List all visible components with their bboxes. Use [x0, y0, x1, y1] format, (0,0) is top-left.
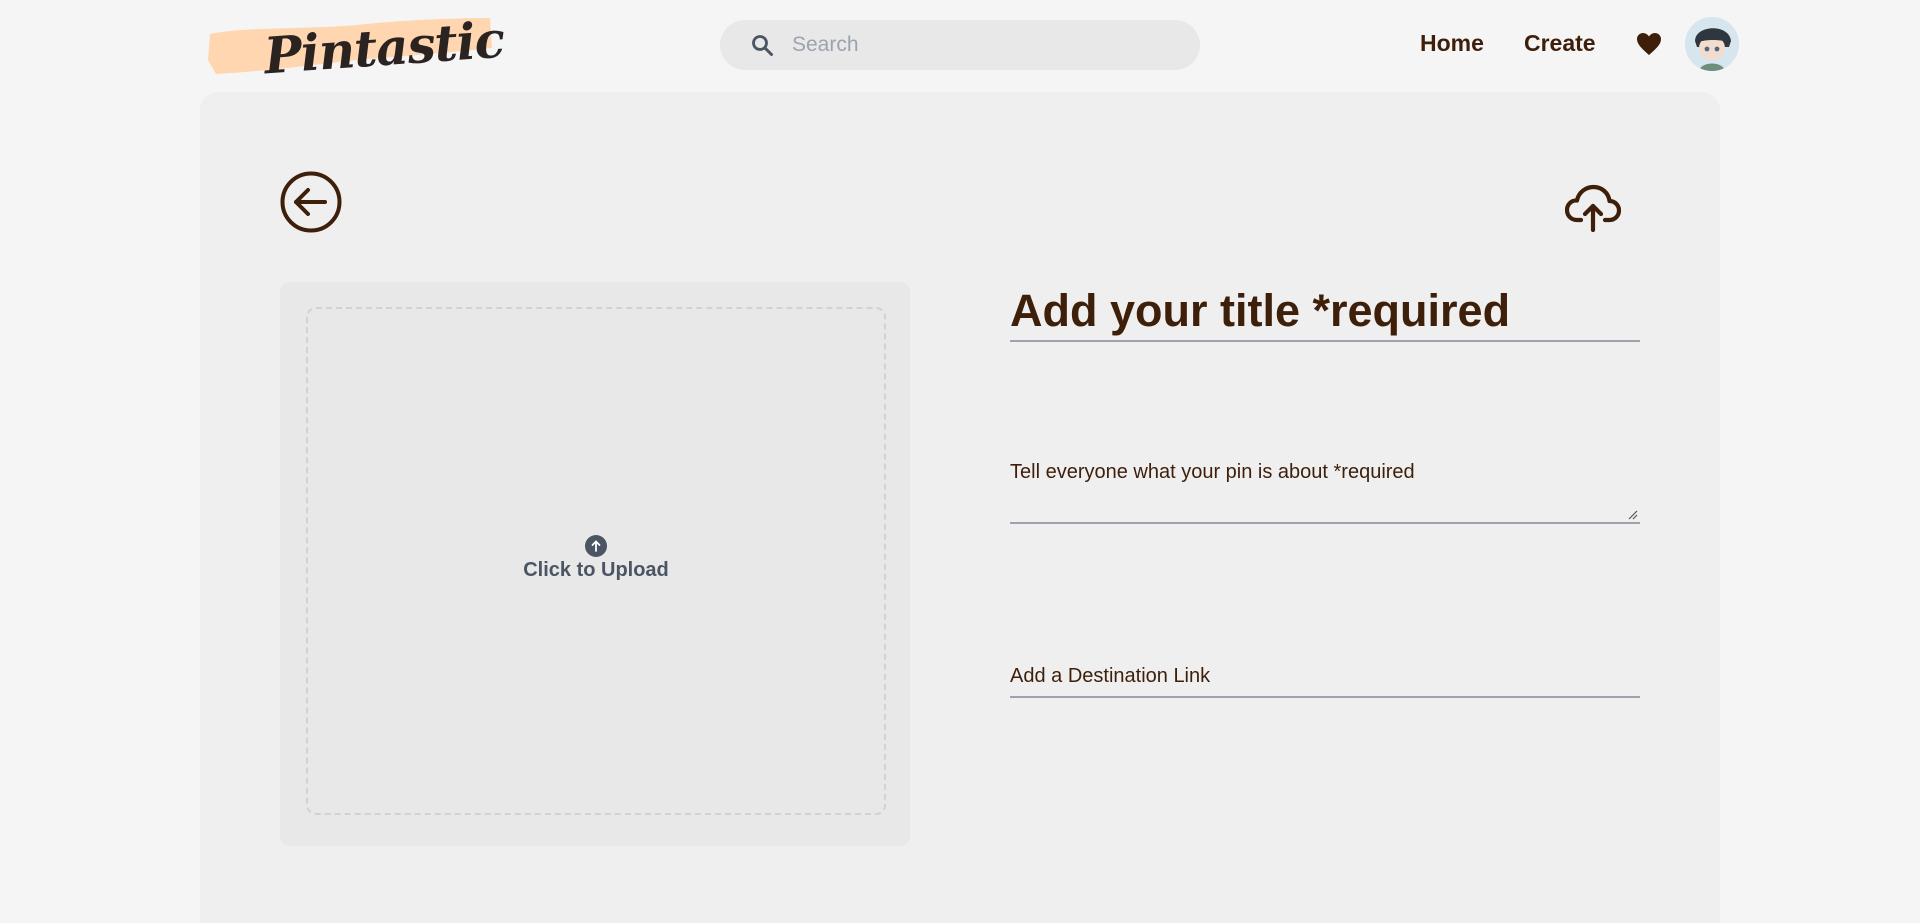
- title-input[interactable]: [1010, 282, 1640, 340]
- description-field: [1010, 460, 1640, 524]
- title-field: [1010, 282, 1640, 342]
- resize-handle-icon[interactable]: [1628, 510, 1638, 520]
- destination-link-input[interactable]: [1010, 642, 1640, 696]
- brand-logo[interactable]: Pintastic: [206, 10, 506, 85]
- search-input[interactable]: [792, 20, 1182, 70]
- top-navbar: Pintastic Home Create: [0, 0, 1920, 90]
- search-icon: [752, 35, 773, 56]
- avatar-illustration: [1685, 17, 1739, 71]
- search-bar[interactable]: [720, 20, 1200, 70]
- description-textarea[interactable]: [1010, 460, 1640, 522]
- heart-icon[interactable]: [1636, 32, 1662, 56]
- image-upload-panel: Click to Upload: [280, 282, 910, 846]
- destination-link-field: [1010, 642, 1640, 698]
- upload-label: Click to Upload: [523, 559, 669, 581]
- image-dropzone[interactable]: Click to Upload: [306, 307, 886, 815]
- user-avatar[interactable]: [1685, 17, 1739, 71]
- back-arrow-icon[interactable]: [280, 171, 342, 233]
- cloud-upload-icon[interactable]: [1565, 184, 1621, 232]
- arrow-up-circle-icon: [585, 535, 607, 557]
- nav-create-link[interactable]: Create: [1524, 30, 1596, 57]
- nav-home-link[interactable]: Home: [1420, 30, 1484, 57]
- create-pin-card: Click to Upload: [200, 92, 1720, 923]
